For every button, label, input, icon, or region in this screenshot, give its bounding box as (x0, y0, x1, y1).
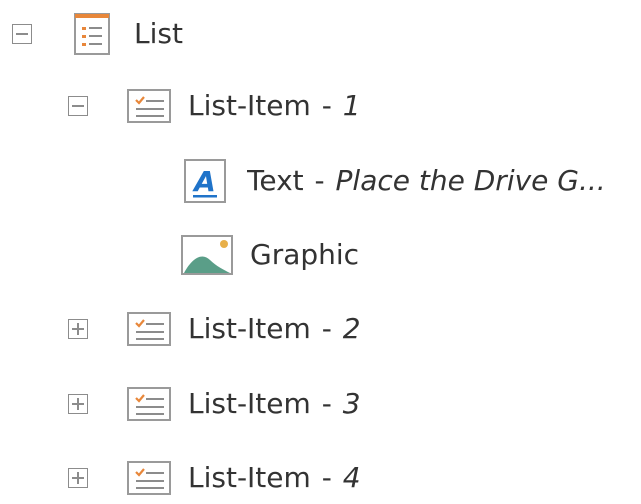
tree-node-list-item-3[interactable]: List-Item - 3 (68, 378, 361, 430)
tree-node-list[interactable]: List (12, 8, 183, 60)
expand-toggle[interactable] (68, 394, 88, 414)
tree-node-list-item-1[interactable]: List-Item - 1 (68, 80, 361, 132)
list-item-icon (127, 89, 171, 123)
collapse-toggle[interactable] (12, 24, 32, 44)
node-label: List-Item - 3 (188, 387, 361, 420)
node-label: List-Item - 2 (188, 312, 361, 345)
node-label: List-Item - 1 (188, 89, 361, 122)
tree-view: List List-Item - 1 A Text - Place the Dr… (0, 0, 641, 499)
node-label: List (134, 17, 183, 50)
list-item-icon (127, 312, 171, 346)
tree-node-text[interactable]: A Text - Place the Drive G... (183, 155, 641, 207)
graphic-image-icon (181, 235, 233, 275)
node-label: Graphic (250, 238, 360, 271)
svg-text:A: A (192, 165, 216, 198)
list-item-icon (127, 387, 171, 421)
tree-node-list-item-4[interactable]: List-Item - 4 (68, 452, 361, 504)
list-item-icon (127, 461, 171, 495)
expand-toggle[interactable] (68, 468, 88, 488)
text-element-icon: A (184, 159, 226, 203)
text-content-preview: Place the Drive G... (335, 164, 606, 197)
tree-node-list-item-2[interactable]: List-Item - 2 (68, 303, 361, 355)
expand-toggle[interactable] (68, 319, 88, 339)
collapse-toggle[interactable] (68, 96, 88, 116)
node-label: List-Item - 4 (188, 461, 361, 494)
tree-node-graphic[interactable]: Graphic (180, 229, 359, 281)
node-label: Text - Place the Drive G... (247, 164, 606, 197)
list-icon (74, 13, 110, 55)
